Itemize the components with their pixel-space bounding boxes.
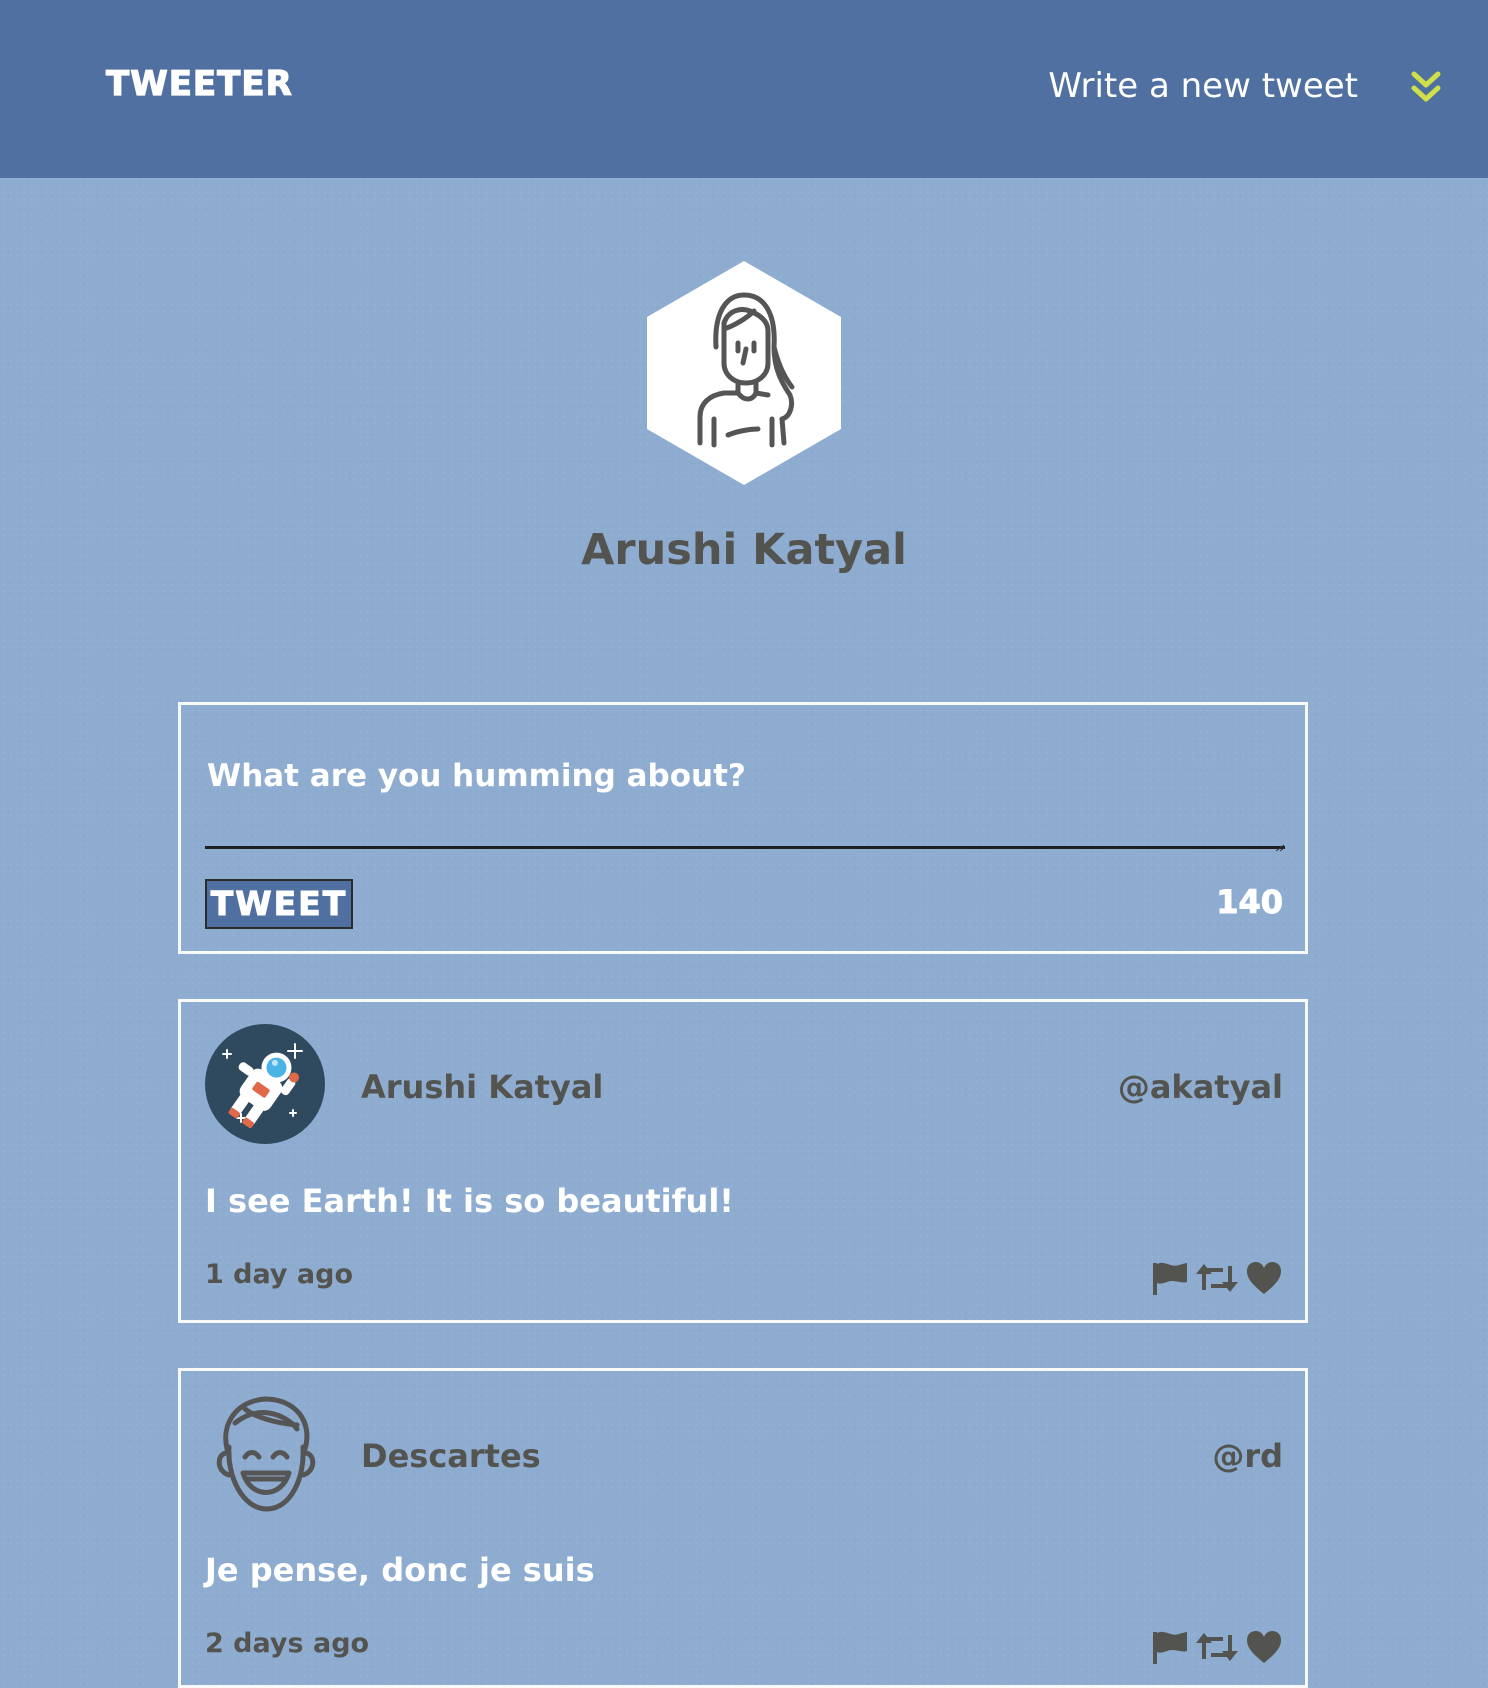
tweet-text-input[interactable] xyxy=(203,759,1293,793)
heart-icon[interactable] xyxy=(1245,1260,1283,1296)
tweet-submit-button[interactable]: TWEET xyxy=(205,879,353,929)
smiling-man-avatar-icon xyxy=(205,1393,325,1513)
tweet-actions xyxy=(1145,1259,1283,1297)
top-nav: TWEETER Write a new tweet xyxy=(0,0,1488,178)
astronaut-avatar-icon xyxy=(205,1024,325,1144)
tweet-timestamp: 1 day ago xyxy=(205,1259,353,1290)
tweet-text: I see Earth! It is so beautiful! xyxy=(205,1182,734,1220)
retweet-icon[interactable] xyxy=(1195,1629,1239,1665)
tweet-card: Descartes @rd Je pense, donc je suis 2 d… xyxy=(178,1368,1308,1688)
flag-icon[interactable] xyxy=(1151,1629,1189,1665)
flag-icon[interactable] xyxy=(1151,1260,1189,1296)
brand-logo[interactable]: TWEETER xyxy=(105,63,293,104)
heart-icon[interactable] xyxy=(1245,1629,1283,1665)
resize-handle-icon[interactable] xyxy=(1275,837,1285,852)
tweet-text: Je pense, donc je suis xyxy=(205,1551,595,1589)
character-counter: 140 xyxy=(1216,883,1284,922)
textarea-underline xyxy=(205,846,1285,849)
profile-name: Arushi Katyal xyxy=(581,525,907,575)
woman-avatar-icon xyxy=(644,259,844,487)
tweet-card: Arushi Katyal @akatyal I see Earth! It i… xyxy=(178,999,1308,1323)
tweet-author-handle[interactable]: @rd xyxy=(1212,1437,1283,1475)
write-new-tweet-link[interactable]: Write a new tweet xyxy=(1000,66,1358,106)
tweet-actions xyxy=(1145,1628,1283,1666)
tweet-timestamp: 2 days ago xyxy=(205,1628,370,1659)
double-chevron-down-icon[interactable] xyxy=(1408,68,1444,108)
tweet-author-name[interactable]: Descartes xyxy=(361,1437,541,1475)
retweet-icon[interactable] xyxy=(1195,1260,1239,1296)
tweet-author-handle[interactable]: @akatyal xyxy=(1118,1068,1283,1106)
compose-tweet-box: TWEET 140 xyxy=(178,702,1308,954)
tweet-author-name[interactable]: Arushi Katyal xyxy=(361,1068,603,1106)
